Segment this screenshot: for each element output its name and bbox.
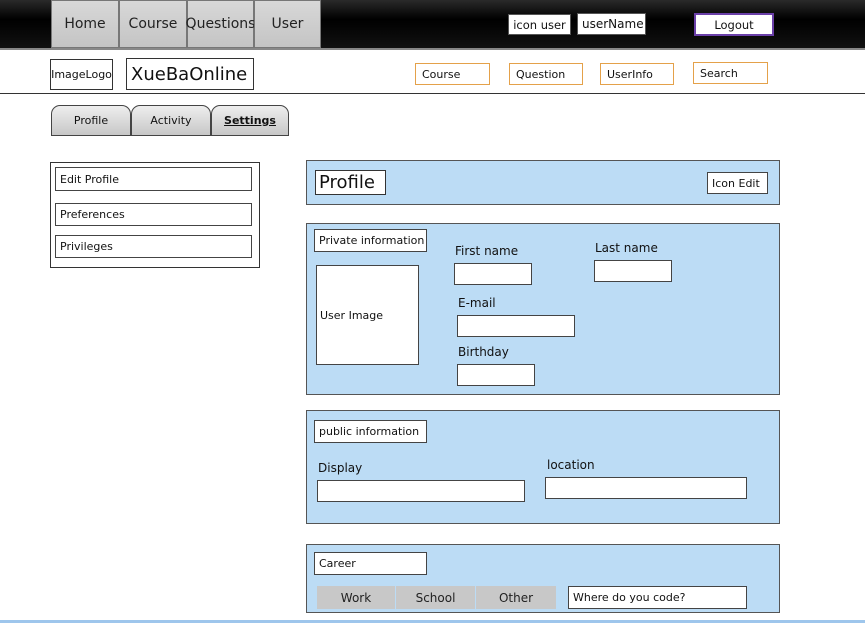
- top-nav-divider: [0, 48, 865, 50]
- career-heading: Career: [314, 552, 427, 575]
- search-input[interactable]: Search: [693, 62, 768, 84]
- logo-image: ImageLogo: [50, 59, 113, 90]
- birthday-label: Birthday: [458, 345, 509, 359]
- user-icon[interactable]: icon user: [508, 14, 571, 35]
- header-link-course[interactable]: Course: [415, 63, 490, 85]
- edit-icon[interactable]: Icon Edit: [707, 172, 768, 194]
- nav-home[interactable]: Home: [51, 0, 119, 48]
- location-field[interactable]: [545, 477, 747, 499]
- public-info-heading: public information: [314, 420, 427, 443]
- nav-user[interactable]: User: [254, 0, 321, 48]
- last-name-label: Last name: [595, 241, 658, 255]
- menu-item-edit-profile[interactable]: Edit Profile: [55, 167, 252, 191]
- username-label: userName: [577, 13, 646, 35]
- first-name-label: First name: [455, 244, 519, 258]
- tab-activity[interactable]: Activity: [131, 105, 211, 136]
- display-field[interactable]: [317, 480, 525, 502]
- header-link-userinfo[interactable]: UserInfo: [600, 63, 674, 85]
- tab-profile[interactable]: Profile: [51, 105, 131, 136]
- career-segment-school[interactable]: School: [396, 586, 475, 609]
- email-label: E-mail: [458, 296, 496, 310]
- birthday-field[interactable]: [457, 364, 535, 386]
- tab-settings[interactable]: Settings: [211, 105, 289, 136]
- first-name-field[interactable]: [454, 263, 532, 285]
- menu-item-privileges[interactable]: Privileges: [55, 235, 252, 258]
- user-image[interactable]: User Image: [316, 265, 419, 365]
- site-name: XueBaOnline: [126, 58, 254, 90]
- email-field[interactable]: [457, 315, 575, 337]
- career-segment-other[interactable]: Other: [476, 586, 556, 609]
- header-divider: [0, 93, 865, 94]
- display-label: Display: [318, 461, 363, 475]
- menu-item-preferences[interactable]: Preferences: [55, 203, 252, 226]
- header-link-question[interactable]: Question: [509, 63, 583, 85]
- nav-questions[interactable]: Questions: [186, 0, 255, 48]
- page-title: Profile: [315, 170, 386, 195]
- where-code-field[interactable]: Where do you code?: [568, 586, 747, 609]
- private-info-heading: Private information: [314, 229, 427, 252]
- nav-course[interactable]: Course: [119, 0, 187, 48]
- logout-button[interactable]: Logout: [694, 13, 774, 36]
- career-segment-work[interactable]: Work: [317, 586, 395, 609]
- last-name-field[interactable]: [594, 260, 672, 282]
- location-label: location: [547, 458, 595, 472]
